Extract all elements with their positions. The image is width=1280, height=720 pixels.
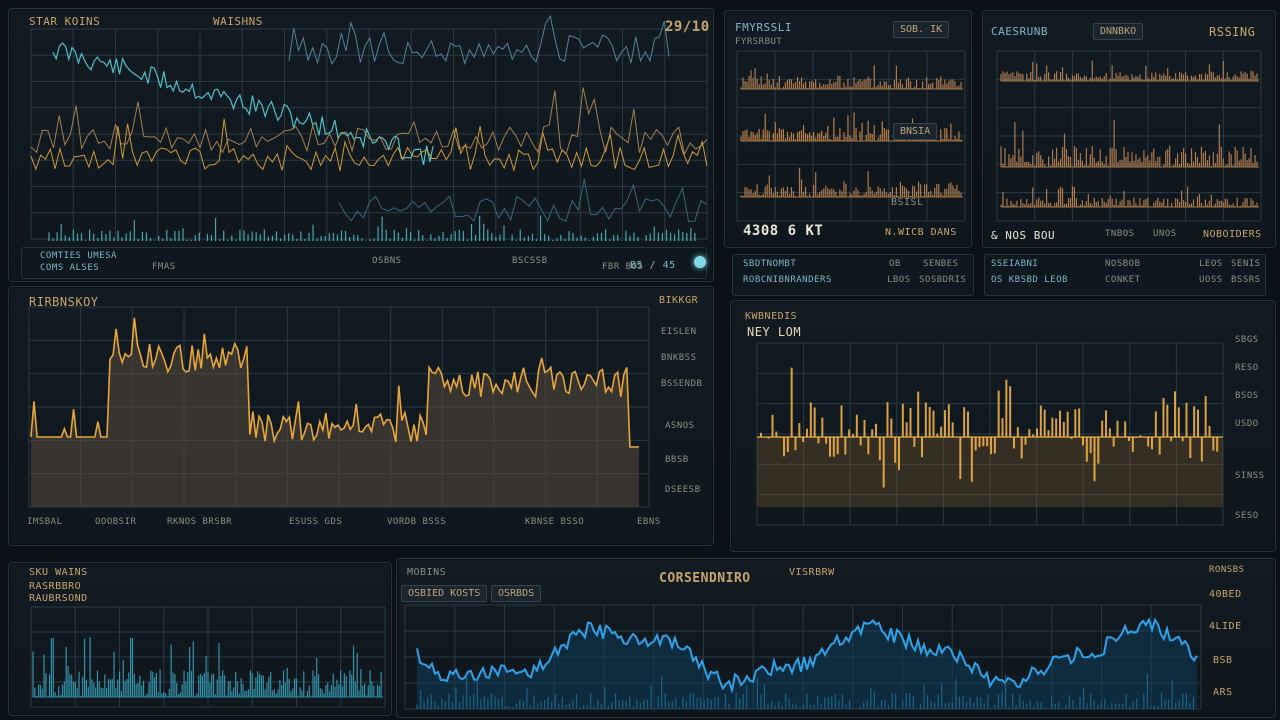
footer-row: IMSBAL OOOBSIR RKNOS BRSBR ESUSS GDS VOR… [27,517,667,533]
footer-label: BSCSSB [512,256,548,266]
footer-label: RKNOS BRSBR [167,517,233,527]
axis-label: BIKKGR [659,295,699,306]
footer-label: OOOBSIR [95,517,137,527]
info-cell: BSSRS [1231,275,1261,285]
panel-value: RSSING [1209,25,1256,39]
footer-label: EBNS [637,517,661,527]
header-chip[interactable]: SOB. IK [893,21,950,38]
footer-label: IMSBAL [27,517,63,527]
panel-headline: CORSENDNIRO [659,571,751,586]
panel-ticker-b: CAESRUNB DNNBKO RSSING & NOS BOU TNBOS U… [982,10,1276,248]
axis-label: BBSB [665,455,689,465]
info-strip-left: SBDTNOMBT ROBCNIBNRANDERS OB LBOS SENBES… [732,254,974,296]
axis-label: RESO [1235,363,1259,373]
footer-label: OSBNS [372,256,402,266]
panel-subtitle: NEY LOM [747,325,802,339]
panel-title: SKU WAINS [29,567,88,578]
axis-label: BSB [1213,655,1233,666]
axis-label: DSEESB [665,485,701,495]
blue-wave-chart [404,604,1202,710]
axis-label: 40BED [1209,589,1242,600]
area-fill [31,317,639,507]
panel-subtitle: FYRSRBUT [735,37,783,47]
panel-market-overview: STAR KOINS WAISHNS 29/10 COMTIES UMESA C… [8,8,714,282]
footer-label: & NOS BOU [991,229,1056,242]
info-cell: CONKET [1105,275,1141,285]
panel-footer: COMTIES UMESA COMS ALSES FMAS OSBNS BSCS… [21,247,707,279]
axis-label: 4LIDE [1209,621,1242,632]
info-cell: LBOS [887,275,911,285]
axis-label: SESO [1235,511,1259,521]
footer-label: VORDB BSSS [387,517,447,527]
panel-tag: VISRBRW [789,567,835,578]
panel-amber-bars: KWBNEDIS NEY LOM SBGS RESO BSOS USDO SIN… [730,300,1276,552]
axis-label: BSOS [1235,391,1259,401]
footer-label: UNOS [1153,229,1177,239]
axis-label: RONSBS [1209,565,1245,575]
market-overview-chart [30,14,708,241]
panel-ticker-a: FMYRSSLI FYRSRBUT SOB. IK BNSIA BSISL 43… [724,10,972,248]
status-indicator-icon[interactable] [694,256,706,268]
axis-label: USDO [1235,419,1259,429]
axis-label: BSSENDB [661,379,703,389]
info-cell: OS KBSBD LEOB [991,275,1068,285]
panel-title: CAESRUNB [991,25,1048,38]
panel-subtitle[interactable]: DNNBKO [1093,23,1144,40]
footer-label: COMS ALSES [40,263,100,273]
axis-label: SINSS [1235,471,1265,481]
info-cell: OB [889,259,901,269]
footer-label: FMAS [152,262,176,272]
bottom-chip: BSISL [891,197,924,208]
info-strip-right: SSEIABNI OS KBSBD LEOB NOSBOB CONKET LEO… [984,254,1266,296]
footer-label: NOBOIDERS [1203,229,1262,240]
panel-amber-trend: RIRBNSKOY BIKKGR EISLEN BNKBSS BSSENDB A… [8,286,714,546]
info-cell: SENBES [923,259,959,269]
info-cell: ROBCNIBNRANDERS [743,275,832,285]
filter-chip[interactable]: OSRBDS [491,585,542,602]
info-cell: UOSS [1199,275,1223,285]
footer-value: B5 / 45 [630,260,676,271]
panel-title: KWBNEDIS [745,311,798,322]
panel-subtitle: RASRBBRO [29,581,82,592]
series-line [338,179,708,223]
panel-footer-value: 4308 6 KT [743,223,824,239]
info-cell: SSEIABNI [991,259,1039,269]
amber-trend-chart [28,306,650,508]
info-cell: SENIS [1231,259,1261,269]
panel-title: MOBINS [407,567,447,578]
footer-label: COMTIES UMESA [40,251,117,261]
ticker-b-chart [996,50,1262,222]
mid-chip[interactable]: BNSIA [893,123,938,140]
axis-label: ARS [1213,687,1233,698]
amber-bars-chart [756,342,1224,526]
info-cell: LEOS [1199,259,1223,269]
info-cell: SOSBDRIS [919,275,967,285]
panel-subtitle-2: RAUBRSOND [29,593,88,604]
panel-value: 29/10 [665,19,710,35]
panel-title: STAR KOINS [29,15,101,28]
panel-subtitle: WAISHNS [213,15,263,28]
footer-label: TNBOS [1105,229,1135,239]
panel-title: FMYRSSLI [735,21,792,34]
info-cell: SBDTNOMBT [743,259,797,269]
axis-label: BNKBSS [661,353,697,363]
axis-label: ASNOS [665,421,695,431]
info-cell: NOSBOB [1105,259,1141,269]
panel-footer-label: N.WICB DANS [885,227,957,238]
panel-blue-wave: MOBINS OSBIED KOSTS OSRBDS CORSENDNIRO V… [396,558,1276,718]
footer-label: KBNSE BSSO [525,517,585,527]
footer-label: ESUSS GDS [289,517,343,527]
series-line [288,14,670,66]
axis-label: SBGS [1235,335,1259,345]
filter-chip[interactable]: OSBIED KOSTS [401,585,488,602]
axis-label: EISLEN [661,327,697,337]
panel-title: RIRBNSKOY [29,295,99,309]
panel-teal-spikes: SKU WAINS RASRBBRO RAUBRSOND [8,562,392,716]
